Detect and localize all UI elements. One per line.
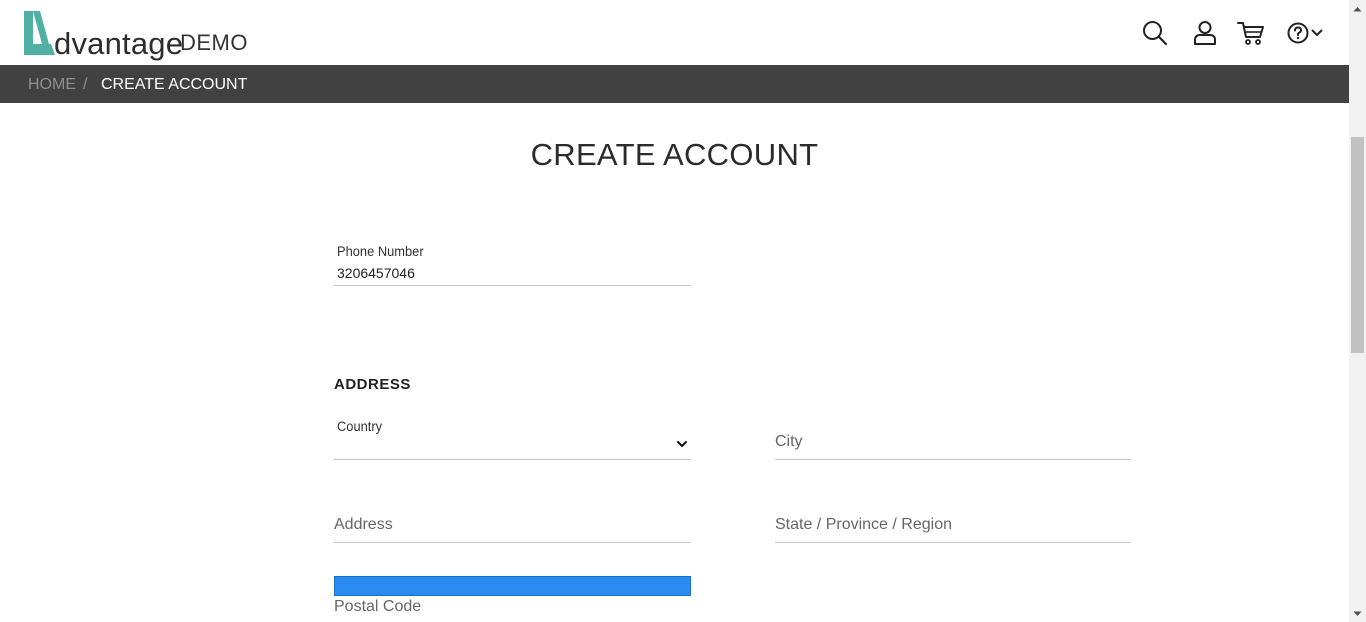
city-placeholder: City [775, 433, 803, 450]
cart-icon[interactable] [1236, 18, 1266, 48]
site-header: dvantage DEMO [0, 0, 1349, 65]
phone-number-field[interactable]: Phone Number 3206457046 [334, 240, 691, 286]
state-field[interactable]: State / Province / Region [775, 497, 1131, 543]
breadcrumb: HOME / CREATE ACCOUNT [0, 65, 1349, 103]
country-select[interactable]: Country [334, 414, 691, 460]
address-field[interactable]: Address [334, 497, 691, 543]
state-placeholder: State / Province / Region [775, 516, 952, 533]
postal-code-placeholder: Postal Code [334, 598, 422, 615]
page-title: CREATE ACCOUNT [530, 137, 819, 172]
help-icon [1287, 22, 1309, 44]
scroll-up-arrow-icon[interactable] [1349, 0, 1366, 17]
help-menu-button[interactable] [1283, 18, 1327, 48]
postal-code-highlight [334, 576, 691, 596]
main-content: dvantage DEMO HOME / CREATE ACCOUNT CREA… [0, 0, 1349, 622]
logo-demo-label: DEMO [180, 30, 248, 55]
page: dvantage DEMO HOME / CREATE ACCOUNT CREA… [0, 0, 1366, 622]
vertical-scrollbar[interactable] [1349, 0, 1366, 622]
chevron-down-icon [677, 441, 687, 448]
chevron-down-icon [1311, 29, 1323, 37]
address-section-title: ADDRESS [334, 376, 411, 393]
logo-mark-icon [24, 11, 55, 55]
breadcrumb-current: CREATE ACCOUNT [101, 76, 248, 93]
address-placeholder: Address [334, 516, 393, 533]
search-icon[interactable] [1140, 18, 1170, 48]
country-label: Country [337, 418, 383, 434]
user-icon[interactable] [1190, 18, 1220, 48]
breadcrumb-home-link[interactable]: HOME [28, 76, 76, 94]
scrollbar-thumb[interactable] [1351, 137, 1364, 353]
city-field[interactable]: City [775, 414, 1131, 460]
phone-number-label: Phone Number [337, 243, 424, 259]
scroll-down-arrow-icon[interactable] [1349, 605, 1366, 622]
phone-number-value: 3206457046 [337, 265, 415, 281]
postal-code-field[interactable]: Postal Code [334, 597, 691, 622]
breadcrumb-separator: / [83, 76, 88, 93]
logo-wordmark: dvantage [54, 26, 184, 61]
